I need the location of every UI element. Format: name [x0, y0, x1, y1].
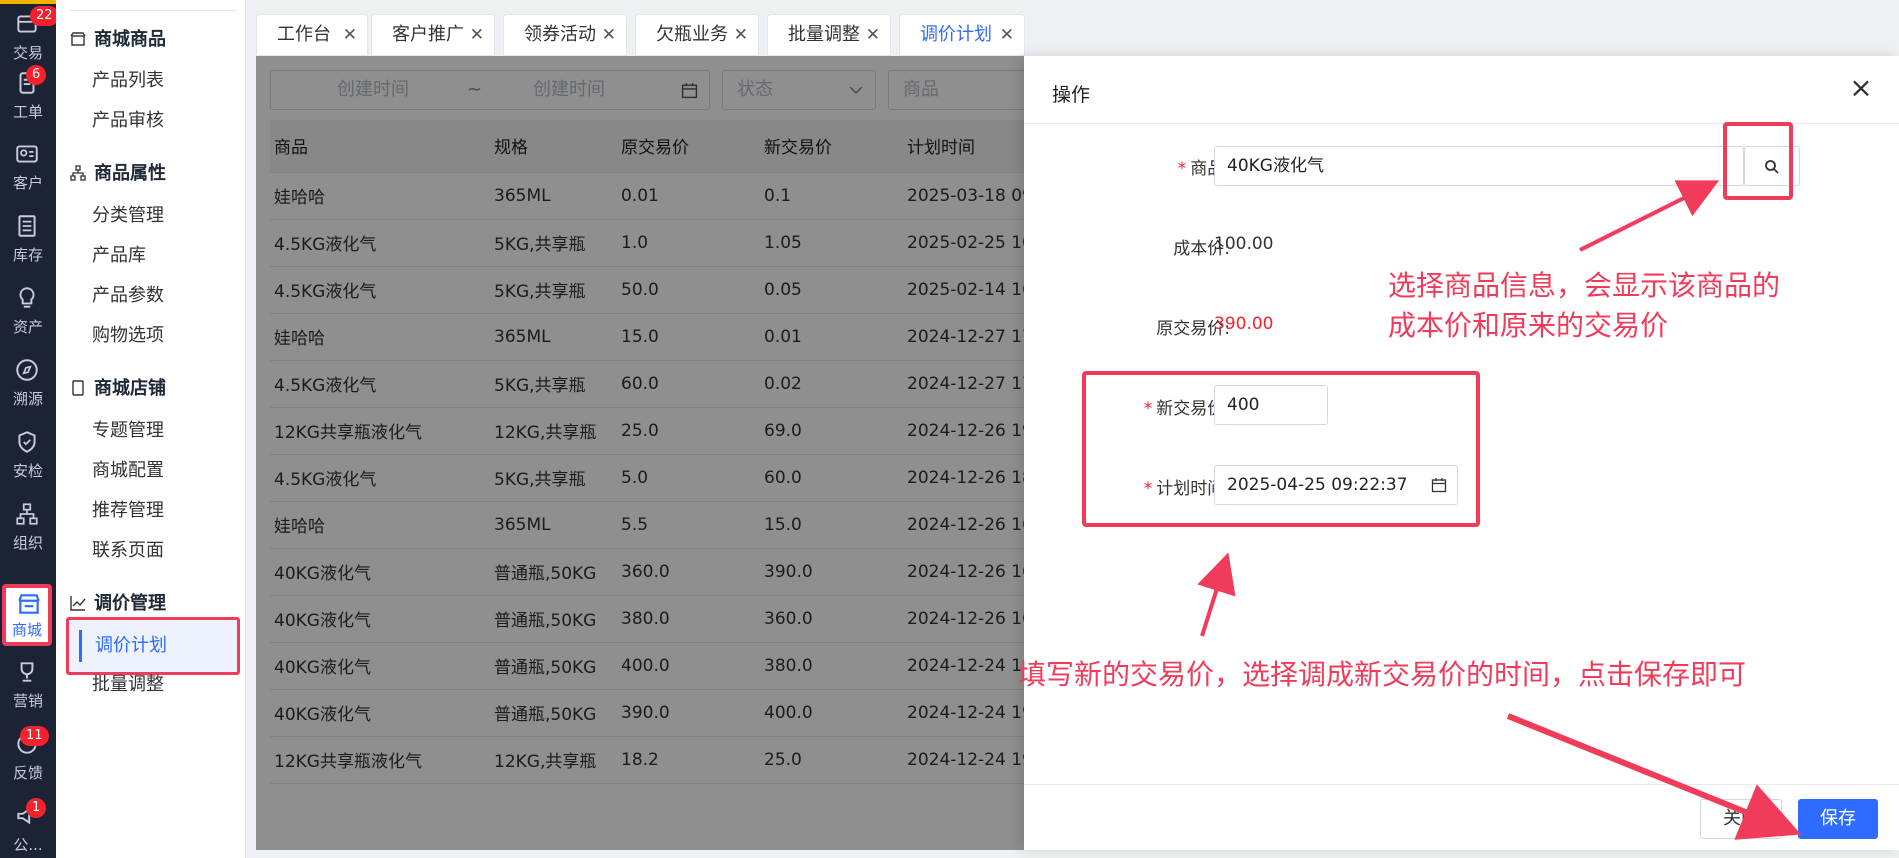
menu-item-shopping-options[interactable]: 购物选项: [92, 319, 164, 353]
rail-item-announcement[interactable]: 1 公...: [0, 792, 56, 858]
annotation-note-2: 填写新的交易价，选择调成新交易价的时间，点击保存即可: [1018, 658, 1747, 691]
tab-label: 欠瓶业务: [656, 24, 728, 45]
rail-item-safety[interactable]: 安检: [0, 418, 56, 488]
inventory-icon: [18, 215, 36, 237]
rail-item-inventory[interactable]: 库存: [0, 202, 56, 272]
orig-price-value: 390.00: [1214, 314, 1274, 334]
tab-coupon-activity[interactable]: 领券活动 ✕: [503, 14, 627, 56]
product-label: * 商品:: [1177, 159, 1230, 179]
menu-item-batch-adjust[interactable]: 批量调整: [92, 668, 164, 702]
rail-item-trace[interactable]: 溯源: [0, 346, 56, 416]
rail-label: 溯源: [12, 390, 43, 408]
rail-label: 组织: [12, 534, 43, 552]
tab-label: 批量调整: [788, 24, 860, 45]
badge-transaction: 22: [30, 6, 59, 26]
tab-label: 领券活动: [524, 24, 596, 45]
drawer-header: 操作 ×: [1024, 56, 1899, 124]
close-icon[interactable]: ✕: [343, 15, 357, 55]
menu-item-recommend[interactable]: 推荐管理: [92, 494, 164, 528]
drawer-footer: 关闭 保存: [1024, 784, 1899, 850]
tab-label: 工作台: [277, 24, 331, 45]
group-title: 商城商品: [94, 29, 166, 50]
store-product-icon: [70, 32, 86, 46]
group-title: 商品属性: [94, 163, 166, 184]
divider: [70, 10, 236, 11]
badge-work-order: 6: [26, 65, 47, 85]
annotation-line: 选择商品信息，会显示该商品的: [1388, 269, 1781, 302]
group-title: 商城店铺: [94, 378, 166, 399]
group-store-products: 商城商品: [70, 25, 166, 55]
modal-backdrop[interactable]: [256, 56, 1024, 850]
annotation-line: 成本价和原来的交易价: [1388, 309, 1669, 342]
tab-label: 客户推广: [392, 24, 464, 45]
group-product-attributes: 商品属性: [70, 159, 166, 189]
rail-label: 营销: [12, 692, 43, 710]
rail-item-customer[interactable]: 客户: [0, 130, 56, 200]
store-submenu: 商城商品 产品列表 产品审核 商品属性 分类管理 产品库 产品参数 购物选项 商…: [56, 0, 246, 858]
group-title: 调价管理: [94, 593, 166, 614]
highlight-search-button: [1723, 122, 1793, 200]
rail-label: 公...: [13, 836, 43, 854]
customer-icon: [16, 145, 38, 163]
drawer-title: 操作: [1052, 84, 1091, 106]
close-icon[interactable]: ✕: [1000, 15, 1014, 55]
annotation-note-1: 选择商品信息，会显示该商品的 成本价和原来的交易价: [1388, 266, 1780, 346]
phone-shop-icon: [72, 380, 84, 396]
tab-customer-promo[interactable]: 客户推广 ✕: [371, 14, 495, 56]
menu-item-contact-page[interactable]: 联系页面: [92, 534, 164, 568]
close-icon[interactable]: ×: [1845, 72, 1877, 104]
rail-label: 安检: [12, 462, 43, 480]
compass-icon: [16, 359, 38, 381]
org-chart-icon: [16, 503, 38, 525]
menu-item-topics[interactable]: 专题管理: [92, 414, 164, 448]
menu-item-price-plan[interactable]: 调价计划: [66, 617, 240, 675]
rail-item-work-order[interactable]: 6 工单: [0, 59, 56, 129]
menu-item-product-list[interactable]: 产品列表: [92, 64, 164, 98]
rail-label: 资产: [12, 318, 43, 336]
rail-label: 工单: [12, 103, 43, 121]
badge-feedback: 11: [20, 726, 49, 746]
rail-item-feedback[interactable]: 11 反馈: [0, 720, 56, 790]
tab-bottle-debt[interactable]: 欠瓶业务 ✕: [635, 14, 759, 56]
highlight-store-rail: [2, 584, 52, 646]
rail-item-asset[interactable]: 资产: [0, 274, 56, 344]
close-icon[interactable]: ✕: [866, 15, 880, 55]
close-icon[interactable]: ✕: [470, 15, 484, 55]
highlight-price-time-fields: [1082, 371, 1480, 527]
group-store-shop: 商城店铺: [70, 374, 166, 404]
cost-value: 100.00: [1214, 234, 1274, 254]
line-chart-icon: [70, 596, 86, 611]
rail-label: 库存: [12, 246, 43, 264]
tab-workbench[interactable]: 工作台 ✕: [256, 14, 368, 56]
cost-label: 成本价:: [1173, 239, 1230, 259]
trophy-icon: [20, 662, 34, 682]
icon-rail: 22 交易 6 工单 客户 库存 资产 溯源 安检 组织 商城 营销 11 反馈…: [0, 0, 59, 858]
menu-item-category[interactable]: 分类管理: [92, 199, 164, 233]
rail-label: 反馈: [12, 764, 43, 782]
rail-item-marketing[interactable]: 营销: [0, 648, 56, 718]
tree-icon: [70, 165, 86, 181]
asset-bulb-icon: [19, 287, 35, 308]
close-icon[interactable]: ✕: [602, 15, 616, 55]
save-button[interactable]: 保存: [1798, 799, 1878, 839]
group-price-management: 调价管理: [70, 589, 166, 619]
rail-label: 客户: [12, 174, 43, 192]
tab-batch-adjust[interactable]: 批量调整 ✕: [767, 14, 891, 56]
menu-item-store-config[interactable]: 商城配置: [92, 454, 164, 488]
close-button[interactable]: 关闭: [1700, 799, 1782, 839]
tab-price-plan[interactable]: 调价计划 ✕: [899, 14, 1025, 56]
menu-item-product-library[interactable]: 产品库: [92, 239, 146, 273]
rail-item-org[interactable]: 组织: [0, 490, 56, 560]
menu-item-product-review[interactable]: 产品审核: [92, 104, 164, 138]
close-icon[interactable]: ✕: [734, 15, 748, 55]
tab-label: 调价计划: [920, 24, 992, 45]
orig-price-label: 原交易价:: [1156, 319, 1230, 339]
menu-item-product-params[interactable]: 产品参数: [92, 279, 164, 313]
badge-announcement: 1: [26, 798, 47, 818]
shield-check-icon: [18, 431, 36, 453]
product-field[interactable]: 40KG液化气: [1214, 146, 1744, 186]
